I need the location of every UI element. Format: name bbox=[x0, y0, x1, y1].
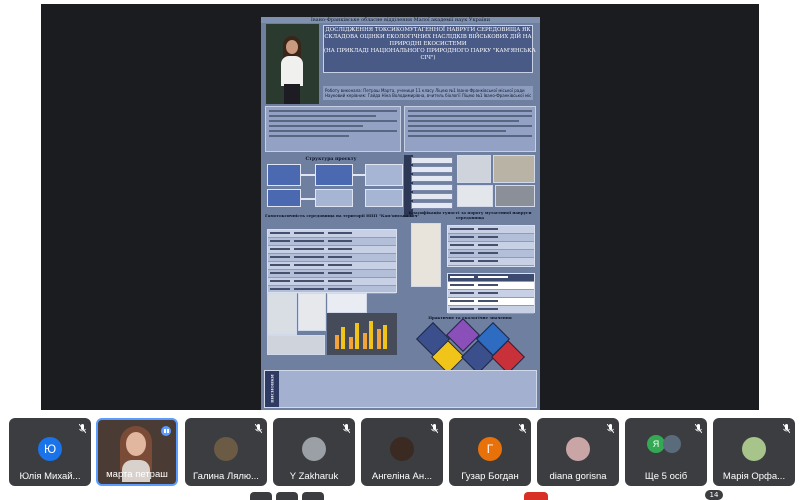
poster-title-line: СКЛАДОВА ОЦІНКИ ЕКОЛОГІЧНИХ НАСЛІДКІВ ВІ… bbox=[324, 34, 532, 40]
participant-tile-speaking[interactable]: марта петраш bbox=[96, 418, 178, 486]
participant-name: Юлія Михай... bbox=[19, 471, 81, 482]
participant-tile-group[interactable]: Я Ще 5 осіб bbox=[625, 418, 707, 486]
participant-avatar bbox=[566, 437, 590, 461]
group-avatar bbox=[663, 435, 681, 453]
section-genotoxicity: Гамотоксичність середовища на території … bbox=[265, 213, 420, 218]
participant-tile[interactable]: diana gorisna bbox=[537, 418, 619, 486]
flow-step bbox=[267, 189, 301, 207]
conclusions-box: ВИСНОВКИ bbox=[264, 370, 537, 408]
participant-tile[interactable]: Г Гузар Богдан bbox=[449, 418, 531, 486]
control-button[interactable] bbox=[276, 492, 298, 500]
author-photo bbox=[266, 24, 319, 104]
genotoxicity-table bbox=[267, 229, 397, 294]
supervisor-line: Науковий керівник: Гайда Ніна Володимирі… bbox=[325, 93, 531, 98]
participant-name: Ангеліна Ан... bbox=[371, 471, 433, 482]
participant-name: марта петраш bbox=[106, 469, 168, 480]
participant-avatar bbox=[302, 437, 326, 461]
mic-off-icon bbox=[431, 424, 438, 434]
participant-tile[interactable]: Галина Лялю... bbox=[185, 418, 267, 486]
method-item bbox=[411, 193, 453, 200]
participant-avatar: Г bbox=[478, 437, 502, 461]
method-item bbox=[411, 157, 453, 164]
cells-results-table bbox=[447, 273, 535, 314]
participant-tile[interactable]: Ангеліна Ан... bbox=[361, 418, 443, 486]
sample-image bbox=[267, 293, 297, 335]
participant-tile[interactable]: Марія Орфа... bbox=[713, 418, 795, 486]
method-item bbox=[411, 184, 453, 191]
cells-image bbox=[411, 223, 441, 287]
lab-photo bbox=[495, 185, 535, 207]
sample-image bbox=[327, 293, 367, 313]
participant-avatar: Ю bbox=[38, 437, 62, 461]
participant-avatar bbox=[214, 437, 238, 461]
mic-off-icon bbox=[255, 424, 262, 434]
sample-image bbox=[298, 293, 326, 331]
participant-name: Ще 5 осіб bbox=[644, 471, 688, 482]
mic-off-icon bbox=[783, 424, 790, 434]
poster-title-line: ДОСЛІДЖЕННЯ ТОКСИКОМУТАГЕННОЇ НАВРУГИ СЕ… bbox=[325, 27, 531, 33]
poster-goal-box bbox=[265, 106, 401, 152]
poster-relevance-box bbox=[404, 106, 536, 152]
mic-off-icon bbox=[519, 424, 526, 434]
control-bar bbox=[0, 490, 800, 500]
flow-step bbox=[267, 164, 301, 186]
lab-photo bbox=[493, 155, 535, 183]
section-practical: Практичне та екологічне значення bbox=[428, 315, 512, 320]
method-item bbox=[411, 202, 453, 209]
cells-table bbox=[447, 225, 535, 267]
mic-off-icon bbox=[607, 424, 614, 434]
section-project-structure: Структура проєкту bbox=[305, 157, 357, 162]
flow-arrow bbox=[301, 198, 315, 200]
mic-off-icon bbox=[79, 424, 86, 434]
poster-title-line: (НА ПРИКЛАДІ НАЦІОНАЛЬНОГО ПРИРОДНОГО ПА… bbox=[324, 48, 536, 54]
participant-avatar bbox=[742, 437, 766, 461]
section-cells: Класифікація тупості за порогу мутагенно… bbox=[408, 210, 532, 220]
conclusions-label: ВИСНОВКИ bbox=[269, 374, 275, 403]
participant-name: Марія Орфа... bbox=[722, 471, 786, 482]
participant-avatar bbox=[390, 437, 414, 461]
participant-name: diana gorisna bbox=[549, 471, 607, 482]
leave-call-button[interactable] bbox=[524, 492, 548, 500]
flow-step bbox=[315, 164, 353, 186]
control-button[interactable] bbox=[250, 492, 272, 500]
participant-count-badge[interactable]: 14 bbox=[705, 490, 723, 500]
lab-photo bbox=[457, 155, 491, 183]
flow-arrow bbox=[353, 174, 365, 176]
flow-step bbox=[315, 189, 353, 207]
poster-title-line: СІЧ") bbox=[420, 55, 436, 61]
flow-step bbox=[365, 189, 403, 207]
participant-tile[interactable]: Ю Юлія Михай... bbox=[9, 418, 91, 486]
method-item bbox=[411, 175, 453, 182]
flow-arrow bbox=[301, 174, 315, 176]
participant-tile[interactable]: Y Zakharuk bbox=[273, 418, 355, 486]
participants-strip: Ю Юлія Михай... марта петраш Галина Лялю… bbox=[0, 418, 800, 488]
mic-off-icon bbox=[695, 424, 702, 434]
flow-step bbox=[365, 164, 403, 186]
control-button[interactable] bbox=[302, 492, 324, 500]
speaking-indicator-icon bbox=[161, 426, 171, 436]
participant-name: Гузар Богдан bbox=[461, 471, 519, 482]
poster-authors: Роботу виконала: Петраш Марта, учениця 1… bbox=[323, 86, 533, 100]
poster-title: ДОСЛІДЖЕННЯ ТОКСИКОМУТАГЕННОЇ НАВРУГИ СЕ… bbox=[323, 25, 536, 73]
method-item bbox=[411, 166, 453, 173]
sample-image bbox=[267, 335, 325, 355]
participant-name: Y Zakharuk bbox=[289, 471, 339, 482]
participant-name: Галина Лялю... bbox=[193, 471, 259, 482]
shared-poster: Івано-Франківське обласне відділення Мал… bbox=[261, 17, 540, 410]
poster-title-line: ПРИРОДНІ ЕКОСИСТЕМИ bbox=[389, 41, 467, 47]
results-bar-chart bbox=[327, 313, 397, 355]
lab-photo bbox=[457, 185, 493, 207]
poster-institution: Івано-Франківське обласне відділення Мал… bbox=[261, 17, 540, 23]
mic-off-icon bbox=[343, 424, 350, 434]
